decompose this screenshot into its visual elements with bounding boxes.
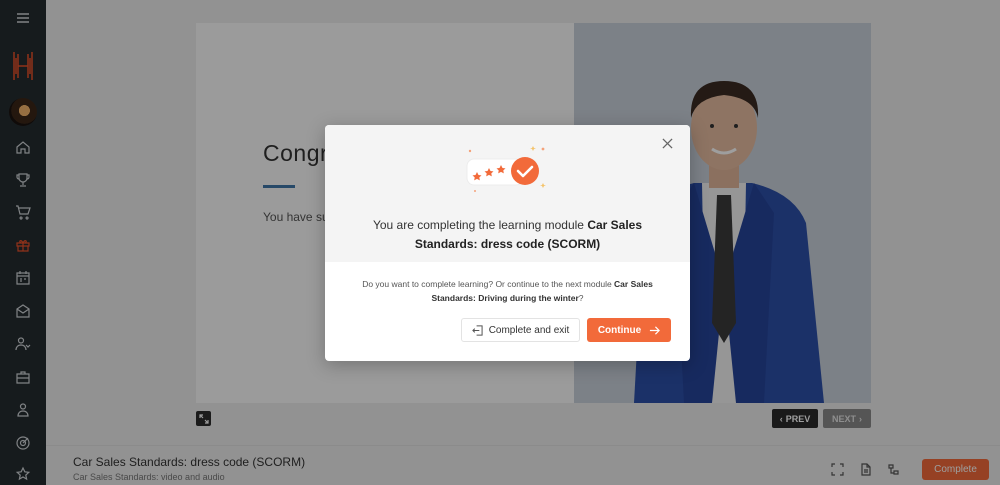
complete-and-exit-label: Complete and exit [488, 324, 570, 336]
arrow-right-icon [650, 325, 661, 335]
dialog-question-suffix: ? [578, 293, 584, 303]
dialog-question-prefix: Do you want to complete learning? Or con… [362, 279, 615, 289]
dialog-question: Do you want to complete learning? Or con… [341, 277, 674, 305]
exit-icon [471, 324, 483, 336]
dialog-heading-prefix: You are completing the learning module [372, 218, 588, 232]
rating-checkmark-icon [466, 146, 546, 192]
complete-and-exit-button[interactable]: Complete and exit [461, 318, 580, 342]
dialog-heading: You are completing the learning module C… [343, 216, 672, 254]
close-button[interactable] [660, 136, 674, 150]
continue-label: Continue [597, 324, 642, 336]
close-icon [661, 137, 673, 149]
continue-button[interactable]: Continue [587, 318, 671, 342]
complete-module-dialog: You are completing the learning module C… [325, 125, 690, 361]
